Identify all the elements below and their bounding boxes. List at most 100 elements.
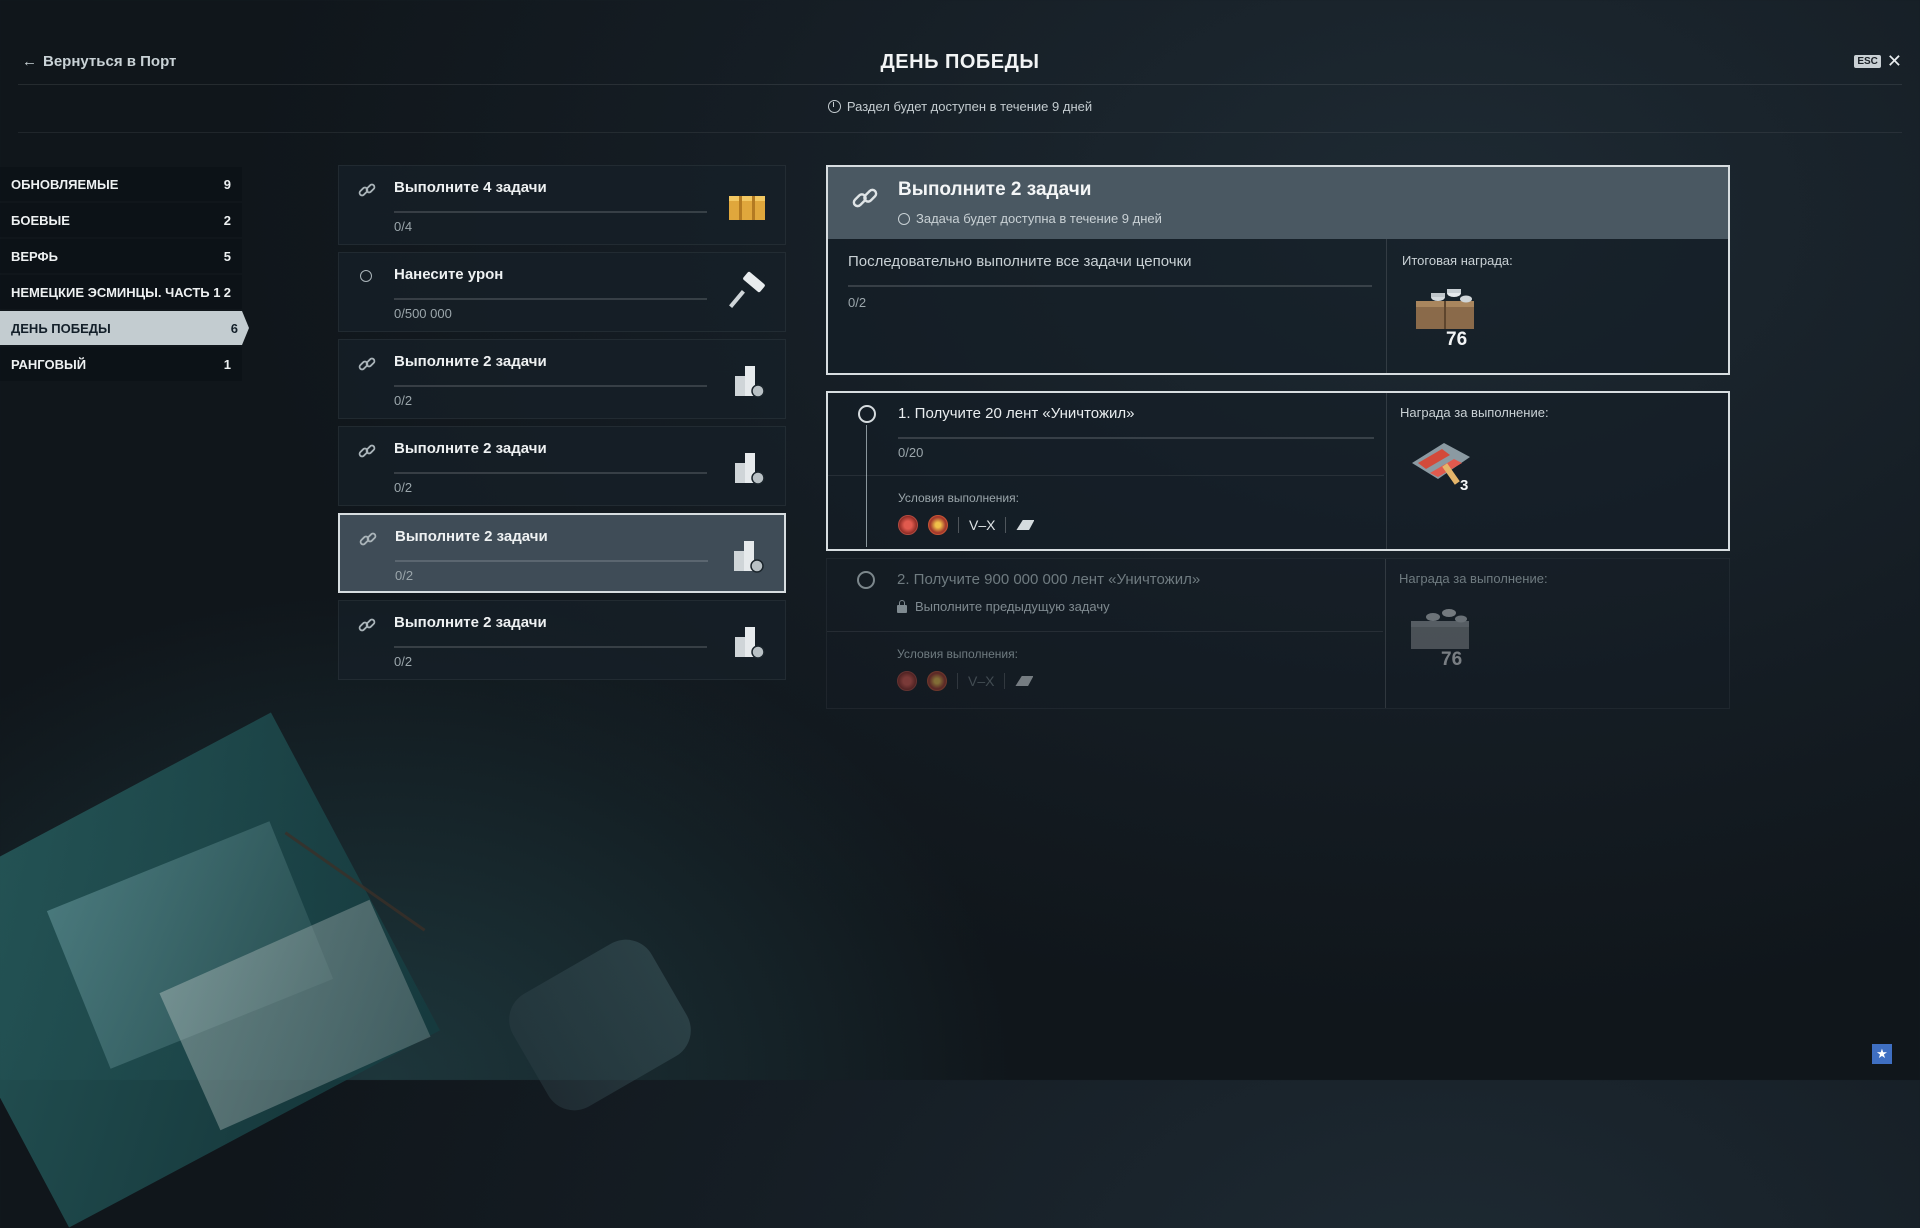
nav-item-updatable[interactable]: ОБНОВЛЯЕМЫЕ 9	[0, 167, 242, 201]
locked-notice: Выполните предыдущую задачу	[897, 599, 1110, 614]
task-list: Выполните 4 задачи 0/4 Нанесите урон 0/5…	[338, 165, 786, 687]
subtask-title: 2. Получите 900 000 000 лент «Уничтожил»	[897, 571, 1201, 588]
final-reward-label: Итоговая награда:	[1402, 253, 1513, 268]
chain-link-icon	[357, 615, 377, 635]
tier-range: V–X	[969, 517, 996, 533]
task-progress-bar	[394, 298, 707, 300]
chain-link-icon	[357, 180, 377, 200]
conditions-separator	[957, 673, 958, 689]
clock-icon	[827, 100, 841, 113]
nav-item-count: 5	[223, 248, 231, 264]
section-availability-text: Раздел будет доступен в течение 9 дней	[846, 99, 1093, 114]
pan-asia-nation-icon[interactable]	[927, 671, 947, 691]
task-detail-availability-text: Задача будет доступна в течение 9 дней	[916, 211, 1162, 226]
conditions-label: Условия выполнения:	[897, 647, 1018, 661]
subtask-card[interactable]: 1. Получите 20 лент «Уничтожил» 0/20 Усл…	[826, 391, 1730, 551]
clock-icon	[898, 213, 910, 225]
nav-item-victory-day[interactable]: ДЕНЬ ПОБЕДЫ 6	[0, 311, 249, 345]
task-progress-bar	[395, 560, 708, 562]
task-progress-bar	[394, 385, 707, 387]
nav-item-label: БОЕВЫЕ	[11, 212, 70, 228]
subtask-reward-label: Награда за выполнение:	[1399, 571, 1548, 586]
task-card[interactable]: Выполните 4 задачи 0/4	[338, 165, 786, 245]
reward-divider	[1386, 239, 1387, 373]
camouflage-reward-icon[interactable]: 3	[1404, 433, 1484, 505]
section-availability: Раздел будет доступен в течение 9 дней	[0, 99, 1920, 114]
nav-item-count: 6	[230, 320, 238, 336]
tier-range: V–X	[968, 673, 995, 689]
task-title: Выполните 2 задачи	[395, 528, 548, 545]
reward-divider	[1385, 559, 1386, 708]
conditions-separator	[958, 517, 959, 533]
chain-description: Последовательно выполните все задачи цеп…	[848, 253, 1192, 270]
subtask-reward-label: Награда за выполнение:	[1400, 405, 1549, 420]
header-divider	[18, 84, 1902, 85]
task-progress-text: 0/500 000	[394, 306, 452, 321]
circle-icon	[360, 270, 372, 282]
subtask-status-circle	[857, 571, 875, 589]
category-nav: ОБНОВЛЯЕМЫЕ 9 БОЕВЫЕ 2 ВЕРФЬ 5 НЕМЕЦКИЕ …	[0, 167, 249, 383]
task-progress-text: 0/2	[394, 393, 413, 408]
pan-asia-nation-icon[interactable]	[928, 515, 948, 535]
nav-item-label: РАНГОВЫЙ	[11, 356, 87, 372]
task-title: Выполните 2 задачи	[394, 353, 547, 370]
background-pencil	[284, 831, 426, 932]
task-card[interactable]: Выполните 2 задачи 0/2	[338, 600, 786, 680]
chain-link-icon	[850, 183, 880, 213]
chain-progress-bar	[848, 285, 1372, 287]
conditions-row: V–X	[898, 515, 1035, 535]
task-progress-text: 0/2	[394, 480, 413, 495]
ussr-nation-icon[interactable]	[897, 671, 917, 691]
subtask-divider	[828, 475, 1384, 476]
task-progress-bar	[394, 646, 707, 648]
destroyer-type-icon[interactable]	[1016, 520, 1035, 530]
subtask-card-locked[interactable]: 2. Получите 900 000 000 лент «Уничтожил»…	[826, 558, 1730, 709]
task-progress-text: 0/2	[395, 568, 414, 583]
task-detail-availability: Задача будет доступна в течение 9 дней	[898, 211, 1162, 226]
task-title: Выполните 2 задачи	[394, 440, 547, 457]
nav-item-count: 9	[223, 176, 231, 192]
nav-item-label: НЕМЕЦКИЕ ЭСМИНЦЫ. ЧАСТЬ 1	[11, 284, 221, 300]
subtask-status-circle	[858, 405, 876, 423]
task-title: Выполните 4 задачи	[394, 179, 547, 196]
container-reward-icon[interactable]: 76	[1408, 279, 1488, 351]
task-card[interactable]: Нанесите урон 0/500 000	[338, 252, 786, 332]
nav-item-count: 1	[223, 356, 231, 372]
task-detail-panel: Выполните 2 задачи Задача будет доступна…	[826, 165, 1730, 375]
nav-item-count: 2	[223, 212, 231, 228]
close-button[interactable]: ESC ✕	[1854, 52, 1902, 70]
task-card[interactable]: Выполните 2 задачи 0/2	[338, 339, 786, 419]
star-badge-icon[interactable]: ★	[1872, 1044, 1892, 1064]
background-map-paper	[0, 712, 440, 1228]
background-photo-2	[159, 899, 431, 1131]
camouflage-roller-icon	[725, 271, 769, 315]
page-title: ДЕНЬ ПОБЕДЫ	[880, 51, 1040, 73]
nav-item-shipyard[interactable]: ВЕРФЬ 5	[0, 239, 242, 273]
credits-stack-icon	[724, 533, 768, 577]
background-photo	[46, 821, 334, 1069]
task-card-selected[interactable]: Выполните 2 задачи 0/2	[338, 513, 786, 593]
subtask-progress-bar	[898, 437, 1374, 439]
task-detail-header: Выполните 2 задачи Задача будет доступна…	[828, 167, 1728, 239]
credits-stack-icon	[725, 445, 769, 489]
subtask-reward-amount: 3	[1460, 477, 1469, 494]
container-reward-icon[interactable]: 76	[1403, 599, 1483, 671]
lock-icon	[897, 599, 907, 613]
conditions-separator	[1005, 517, 1007, 533]
final-reward-amount: 76	[1446, 329, 1468, 350]
destroyer-type-icon[interactable]	[1015, 676, 1034, 686]
task-progress-text: 0/4	[394, 219, 413, 234]
task-detail-title: Выполните 2 задачи	[898, 179, 1092, 200]
esc-key-hint: ESC	[1854, 54, 1881, 68]
gold-crates-icon	[725, 184, 769, 228]
nav-item-label: ВЕРФЬ	[11, 248, 58, 264]
nav-item-combat[interactable]: БОЕВЫЕ 2	[0, 203, 242, 237]
conditions-label: Условия выполнения:	[898, 491, 1019, 505]
subtask-title: 1. Получите 20 лент «Уничтожил»	[898, 405, 1135, 422]
chain-link-icon	[357, 354, 377, 374]
task-card[interactable]: Выполните 2 задачи 0/2	[338, 426, 786, 506]
ussr-nation-icon[interactable]	[898, 515, 918, 535]
nav-item-ranked[interactable]: РАНГОВЫЙ 1	[0, 347, 242, 381]
close-icon[interactable]: ✕	[1887, 52, 1902, 70]
nav-item-german-destroyers[interactable]: НЕМЕЦКИЕ ЭСМИНЦЫ. ЧАСТЬ 1 2	[0, 275, 242, 309]
